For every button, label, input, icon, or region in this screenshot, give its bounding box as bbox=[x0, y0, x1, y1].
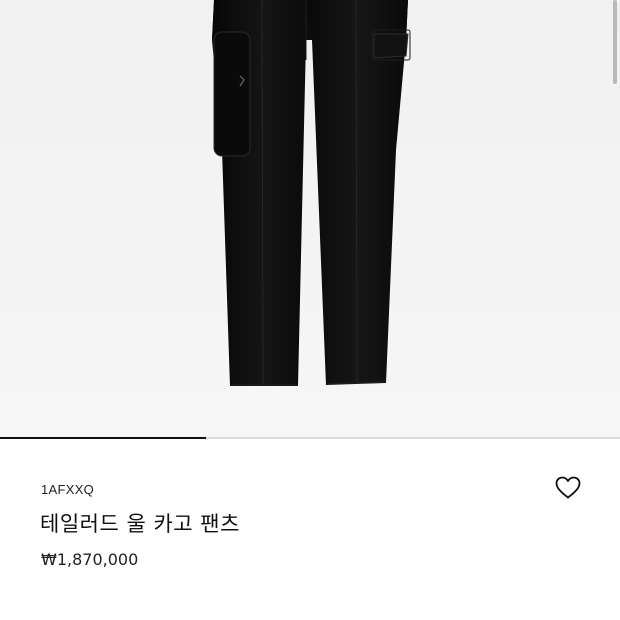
product-image-gallery[interactable] bbox=[0, 0, 620, 438]
heart-outline-icon bbox=[555, 476, 581, 504]
product-sku: 1AFXXQ bbox=[41, 482, 95, 497]
product-title: 테일러드 울 카고 팬츠 bbox=[40, 512, 240, 536]
gallery-progress-fill bbox=[0, 437, 207, 439]
product-price: ₩1,870,000 bbox=[41, 550, 139, 569]
scrollbar-thumb[interactable] bbox=[613, 0, 617, 84]
product-image bbox=[212, 0, 411, 386]
product-info: 1AFXXQ 테일러드 울 카고 팬츠 ₩1,870,000 bbox=[0, 440, 620, 620]
wishlist-button[interactable] bbox=[553, 476, 583, 504]
gallery-progress-track bbox=[0, 437, 620, 439]
